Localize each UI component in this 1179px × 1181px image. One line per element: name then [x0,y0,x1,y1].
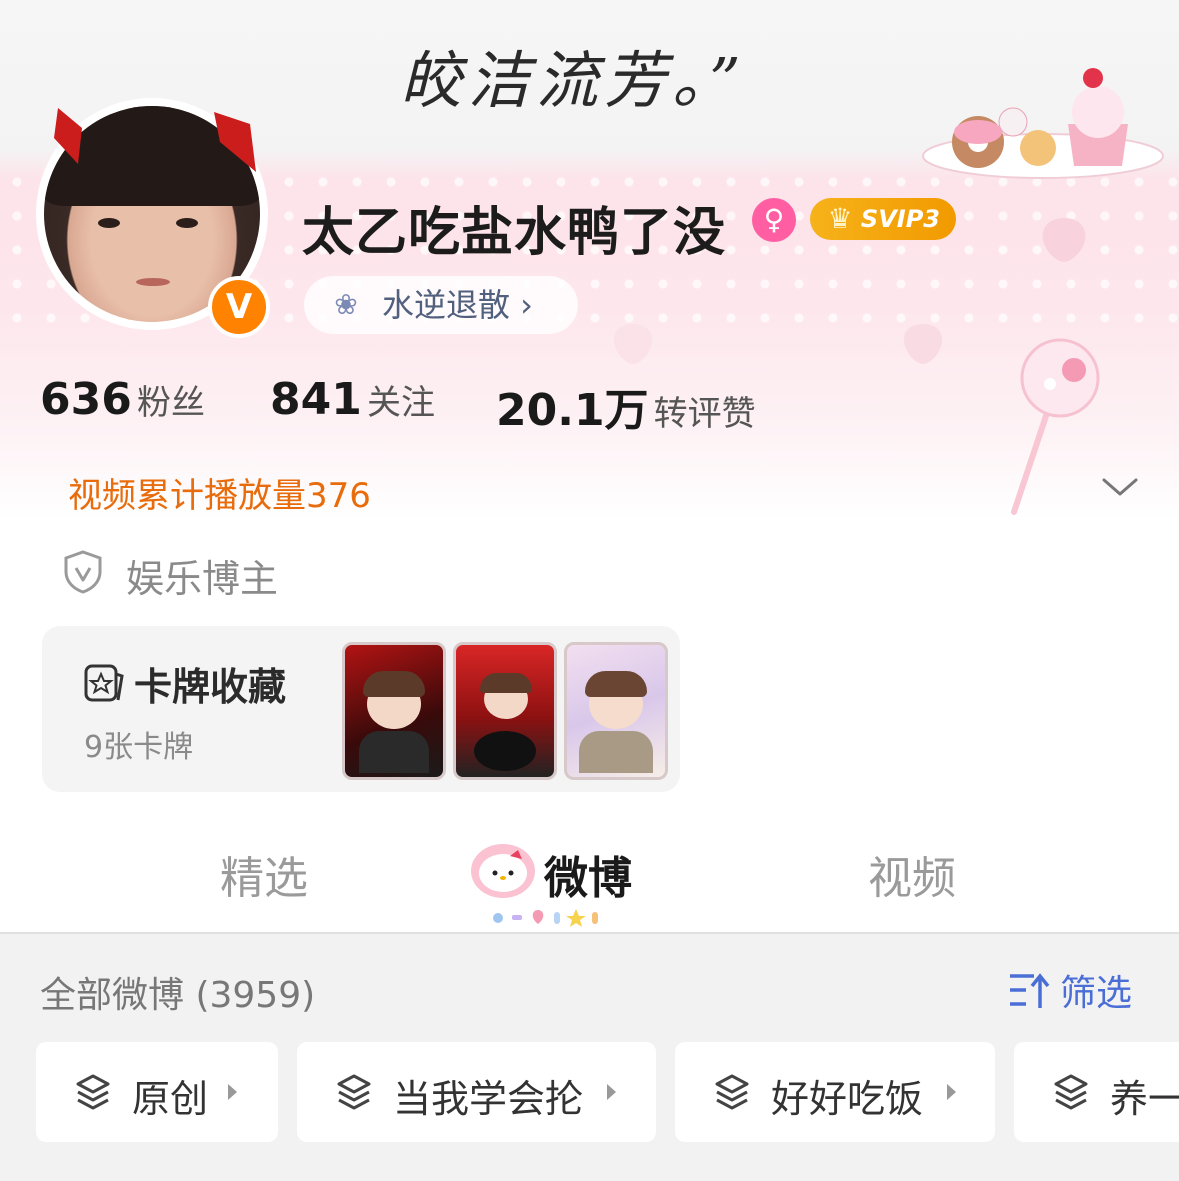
stat-label: 关注 [366,383,435,423]
card-character-body [359,731,429,773]
layers-icon [1054,1074,1088,1110]
filter-button[interactable]: 筛选 [1006,964,1136,1016]
hair-bow-icon [54,108,82,164]
strawberry-decoration [1042,218,1086,262]
chip-original[interactable]: 原创 [36,1042,278,1142]
hello-kitty-icon [471,844,535,898]
filter-icon [1010,973,1050,1008]
hair-bow-icon [214,112,256,172]
stat-value: 20.1万 [496,385,649,436]
card-count: 9张卡牌 [84,730,194,765]
filter-label: 筛选 [1060,973,1133,1014]
card-thumbnail[interactable] [342,642,446,780]
layers-icon [715,1074,749,1110]
layers-icon [337,1074,371,1110]
chip-label: 当我学会抡 [393,1077,584,1121]
female-gender-icon: ♀ [752,198,796,242]
sweets-decoration [922,68,1164,179]
stat-value: 636 [40,374,132,425]
strawberry-decoration [903,324,943,364]
card-thumbnail[interactable] [453,642,557,780]
stat-interactions[interactable]: 20.1万 转评赞 [496,374,756,438]
entertainment-blogger-label: 娱乐博主 [126,557,279,601]
card-character-hair [480,673,532,693]
chip-arrow-icon [607,1084,616,1100]
stat-label: 粉丝 [136,383,205,423]
card-thumbnail[interactable] [564,642,668,780]
svip-label: SVIP3 [860,205,940,233]
chevron-down-icon[interactable] [1100,472,1140,502]
drum-icon [474,731,536,771]
card-character-body [579,731,653,773]
tab-video[interactable]: 视频 [868,842,956,906]
chip-arrow-icon [947,1084,956,1100]
chip-collection[interactable]: 好好吃饭 [675,1042,995,1142]
card-collection[interactable]: 卡牌收藏 9张卡牌 [42,626,680,792]
chip-label: 原创 [132,1077,209,1121]
strawberry-decoration [613,324,653,364]
tab-featured[interactable]: 精选 [220,842,308,906]
avatar-eye [98,218,120,228]
chip-collection[interactable]: 养一 [1014,1042,1179,1142]
verified-icon: V [208,276,270,338]
svip-badge[interactable]: ♛ SVIP3 [810,198,956,240]
chip-label: 好好吃饭 [771,1077,924,1121]
tab-weibo[interactable]: 微博 [544,842,632,906]
layers-icon [76,1074,110,1110]
banner-text: 皎洁流芳。” [400,44,747,117]
card-character-hair [585,671,647,697]
card-collection-title: 卡牌收藏 [134,665,287,709]
card-icon [84,664,124,702]
avatar-mouth [136,278,170,286]
crown-icon: ♛ [827,202,853,235]
profile-tag-pill[interactable]: ❀ 水逆退散 › [304,276,578,334]
chip-collection[interactable]: 当我学会抡 [297,1042,656,1142]
active-tab-indicator [493,909,598,927]
stat-followers[interactable]: 636 粉丝 [40,374,205,425]
stat-label: 转评赞 [653,394,756,434]
profile-tag-label: 水逆退散 › [382,286,533,324]
avatar-eye [176,218,198,228]
lotus-icon: ❀ [334,288,358,321]
stat-following[interactable]: 841 关注 [270,374,435,425]
all-posts-count: 全部微博 (3959) [40,975,316,1016]
stat-value: 841 [270,374,362,425]
card-character-hair [363,671,425,697]
video-plays-text: 视频累计播放量376 [68,476,371,516]
username: 太乙吃盐水鸭了没 [302,203,727,263]
shield-icon [64,550,102,594]
chip-label: 养一 [1110,1077,1179,1121]
chip-arrow-icon [228,1084,237,1100]
